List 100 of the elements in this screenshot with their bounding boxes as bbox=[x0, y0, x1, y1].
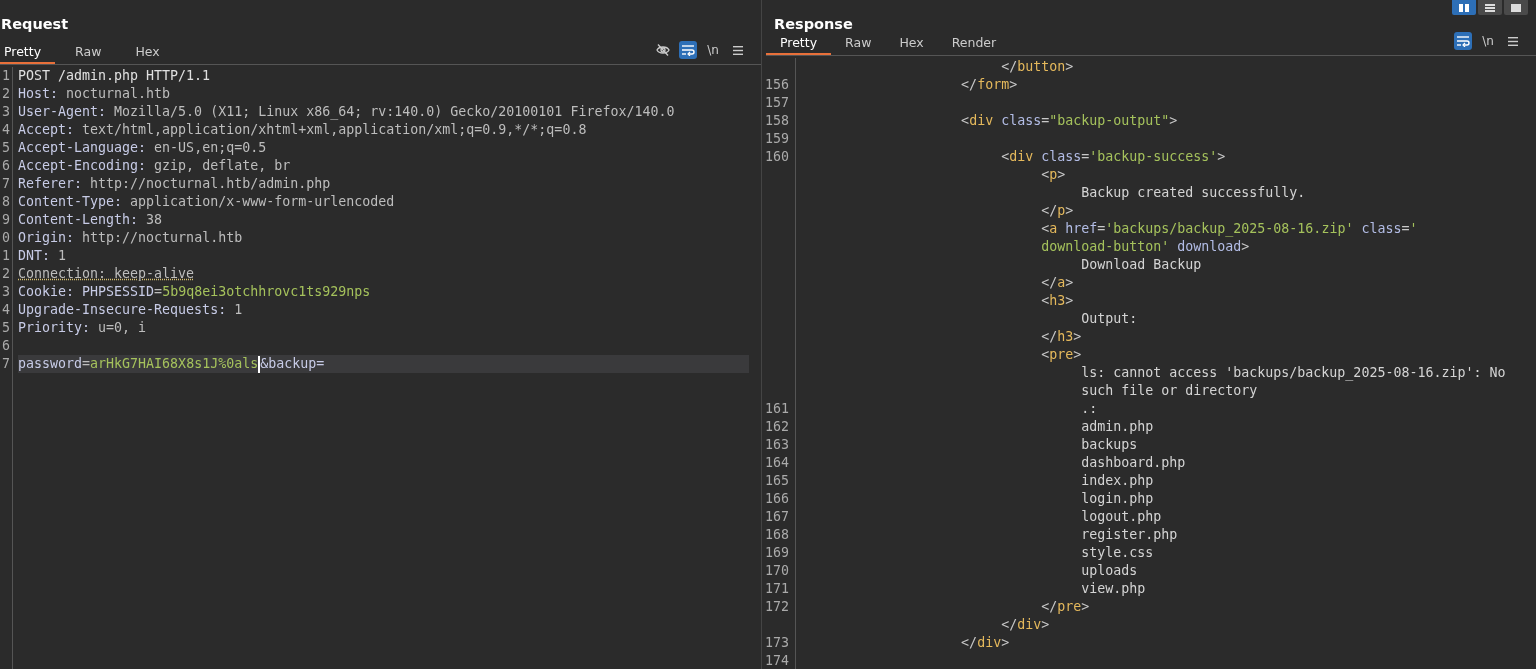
line-number: 162 bbox=[764, 419, 789, 434]
code-text: ' bbox=[1409, 221, 1418, 236]
code-text: Output: bbox=[1080, 311, 1138, 326]
code-text: Content-Type: bbox=[18, 194, 123, 209]
view-tab[interactable]: Raw bbox=[71, 41, 116, 64]
code-text: http://nocturnal.htb/admin.php bbox=[89, 176, 331, 191]
code-text: class bbox=[1000, 113, 1042, 128]
line-number: 164 bbox=[764, 455, 789, 470]
view-tab[interactable]: Raw bbox=[831, 32, 886, 55]
view-tab[interactable]: Hex bbox=[131, 41, 174, 64]
code-text: register.php bbox=[1080, 527, 1178, 542]
line-number: 170 bbox=[764, 563, 789, 578]
line-number: 3 bbox=[2, 104, 10, 119]
view-tab[interactable]: Pretty bbox=[766, 32, 832, 55]
line-number: 172 bbox=[764, 599, 789, 614]
code-text: = bbox=[1081, 149, 1090, 164]
newline-button[interactable]: \n bbox=[704, 41, 722, 59]
code-text: 'backups/backup_2025-08-16.zip' bbox=[1105, 221, 1354, 236]
line-number: 168 bbox=[764, 527, 789, 542]
code-text: = bbox=[1097, 221, 1106, 236]
code-text: Referer: bbox=[18, 176, 83, 191]
line-number: 158 bbox=[764, 113, 789, 128]
pane-title: Response bbox=[773, 15, 853, 32]
code-text: div bbox=[1017, 617, 1042, 632]
code-text: login.php bbox=[1080, 491, 1154, 506]
line-number: 167 bbox=[764, 509, 789, 524]
code-text: = bbox=[82, 356, 91, 371]
line-number: 3 bbox=[2, 284, 10, 299]
code-text: </ bbox=[1000, 617, 1018, 632]
code-text: pre bbox=[1057, 599, 1082, 614]
code-text: uploads bbox=[1080, 563, 1138, 578]
line-number: 0 bbox=[2, 230, 10, 245]
code-text: > bbox=[1001, 635, 1010, 650]
line-number: 1 bbox=[2, 248, 10, 263]
code-text: POST /admin.php HTTP/1.1 bbox=[18, 68, 211, 83]
code-text: div bbox=[977, 635, 1002, 650]
code-text: 1 bbox=[233, 302, 243, 317]
code-text: Upgrade-Insecure-Requests: bbox=[18, 302, 227, 317]
code-text: &backup= bbox=[260, 356, 325, 371]
line-number: 166 bbox=[764, 491, 789, 506]
line-number: 160 bbox=[764, 149, 789, 164]
code-text: pre bbox=[1049, 347, 1074, 362]
code-text: > bbox=[1009, 77, 1018, 92]
layout-toggle-button[interactable] bbox=[1452, 0, 1476, 15]
wrap-button[interactable] bbox=[679, 41, 697, 59]
code-text: style.css bbox=[1080, 545, 1154, 560]
layout-toggle-button[interactable] bbox=[1504, 0, 1528, 15]
code-text: en-US,en;q=0.5 bbox=[153, 140, 267, 155]
code-text: backups bbox=[1080, 437, 1138, 452]
code-text: view.php bbox=[1080, 581, 1146, 596]
code-text: Content-Length: bbox=[18, 212, 139, 227]
newline-button[interactable]: \n bbox=[1479, 32, 1497, 50]
code-text: = bbox=[1041, 113, 1050, 128]
code-text: h3 bbox=[1057, 329, 1074, 344]
code-text: "backup-output" bbox=[1049, 113, 1170, 128]
text-caret bbox=[258, 355, 261, 373]
code-text: download bbox=[1176, 239, 1242, 254]
code-text: > bbox=[1057, 167, 1066, 182]
code-text: download-button' bbox=[1040, 239, 1170, 254]
code-text: < bbox=[1040, 167, 1050, 182]
code-text: p bbox=[1057, 203, 1066, 218]
line-number: 157 bbox=[764, 95, 789, 110]
line-number: 6 bbox=[2, 338, 10, 353]
layout-toggle-button[interactable] bbox=[1478, 0, 1502, 15]
code-text: < bbox=[1000, 149, 1010, 164]
view-tab[interactable]: Render bbox=[937, 32, 1011, 55]
line-number: 5 bbox=[2, 140, 10, 155]
code-text: h3 bbox=[1049, 293, 1066, 308]
code-text: > bbox=[1073, 329, 1082, 344]
code-text: index.php bbox=[1080, 473, 1154, 488]
view-tab[interactable]: Pretty bbox=[0, 41, 56, 64]
code-text: such file or directory bbox=[1080, 383, 1258, 398]
line-number: 7 bbox=[2, 356, 10, 371]
code-text: a bbox=[1049, 221, 1058, 236]
code-text: PHPSESSID bbox=[81, 284, 155, 299]
code-text: logout.php bbox=[1080, 509, 1162, 524]
code-text: 'backup-success' bbox=[1089, 149, 1218, 164]
code-text: > bbox=[1081, 599, 1090, 614]
wrap-button[interactable] bbox=[1454, 32, 1472, 50]
line-number: 169 bbox=[764, 545, 789, 560]
code-text: </ bbox=[960, 635, 978, 650]
view-tab[interactable]: Hex bbox=[885, 32, 938, 55]
code-text: class bbox=[1360, 221, 1402, 236]
code-text: 5b9q8ei3otchhrovc1ts929nps bbox=[162, 284, 371, 299]
code-text: application/x-www-form-urlencoded bbox=[129, 194, 395, 209]
code-text: http://nocturnal.htb bbox=[81, 230, 243, 245]
code-text: Cookie: bbox=[18, 284, 75, 299]
code-text: arHkG7HAI68X8s1J%0als bbox=[90, 356, 259, 371]
code-text: > bbox=[1217, 149, 1226, 164]
code-text: div bbox=[1009, 149, 1034, 164]
code-text: Mozilla/5.0 (X11; Linux x86_64; rv:140.0) Gecko/20100101 Firefox/140.0 bbox=[113, 104, 675, 119]
line-number: 165 bbox=[764, 473, 789, 488]
code-text: < bbox=[960, 113, 970, 128]
hide-icon[interactable] bbox=[654, 41, 672, 59]
code-text: form bbox=[977, 77, 1010, 92]
code-text: User-Agent: bbox=[18, 104, 107, 119]
code-text: class bbox=[1040, 149, 1082, 164]
code-text: p bbox=[1049, 167, 1058, 182]
code-text: Connection: keep-alive bbox=[18, 266, 195, 281]
code-text: .: bbox=[1080, 401, 1098, 416]
